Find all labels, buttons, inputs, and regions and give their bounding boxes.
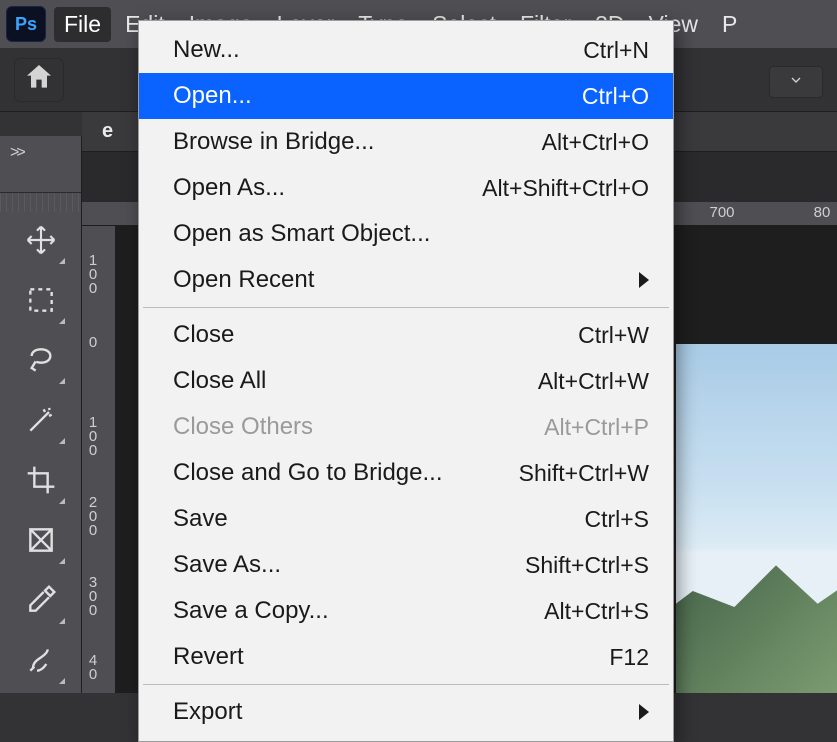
menu-item-save[interactable]: Save Ctrl+S bbox=[139, 496, 673, 542]
workspace-switcher[interactable] bbox=[769, 66, 823, 98]
ruler-tick: 1 0 0 bbox=[84, 416, 102, 458]
menu-item-label: Open as Smart Object... bbox=[173, 217, 430, 251]
submenu-corner-icon bbox=[59, 618, 65, 624]
menu-item-label: Close Others bbox=[173, 410, 313, 444]
chevron-down-icon bbox=[788, 72, 804, 93]
file-menu: New... Ctrl+N Open... Ctrl+O Browse in Bridg… bbox=[138, 20, 674, 742]
menu-item-shortcut: F12 bbox=[609, 640, 649, 674]
brush-heal-tool[interactable] bbox=[9, 632, 73, 692]
frame-tool[interactable] bbox=[9, 512, 73, 572]
menu-item-shortcut: Ctrl+O bbox=[582, 79, 649, 113]
menubar-item-label: File bbox=[64, 11, 101, 37]
menu-item-label: Close All bbox=[173, 364, 266, 398]
marquee-tool-icon bbox=[25, 284, 57, 321]
document-image bbox=[676, 344, 837, 693]
ruler-tick: 3 0 0 bbox=[84, 576, 102, 618]
app-logo: Ps bbox=[6, 6, 46, 42]
lasso-tool-icon bbox=[25, 344, 57, 381]
submenu-arrow-icon bbox=[639, 272, 649, 288]
lasso-tool[interactable] bbox=[9, 332, 73, 392]
ruler-tick: 700 bbox=[709, 204, 734, 221]
menu-item-export[interactable]: Export bbox=[139, 689, 673, 735]
app-logo-text: Ps bbox=[15, 14, 37, 35]
menu-item-shortcut: Ctrl+S bbox=[584, 502, 649, 536]
menu-item-label: Close bbox=[173, 318, 234, 352]
frame-tool-icon bbox=[25, 524, 57, 561]
submenu-corner-icon bbox=[59, 678, 65, 684]
tools-panel: >> bbox=[0, 136, 82, 693]
ruler-tick: 0 bbox=[84, 336, 102, 350]
menu-item-shortcut: Alt+Shift+Ctrl+O bbox=[482, 171, 649, 205]
brush-heal-tool-icon bbox=[25, 644, 57, 681]
menu-item-shortcut: Ctrl+N bbox=[583, 33, 649, 67]
vertical-ruler: 1 0 0 0 1 0 0 2 0 0 3 0 0 4 0 bbox=[82, 226, 116, 693]
menu-item-shortcut: Alt+Ctrl+W bbox=[538, 364, 649, 398]
menu-item-label: Open As... bbox=[173, 171, 285, 205]
menu-separator bbox=[143, 684, 669, 685]
menu-item-open[interactable]: Open... Ctrl+O bbox=[139, 73, 673, 119]
menu-separator bbox=[143, 307, 669, 308]
double-chevron-icon: >> bbox=[10, 144, 23, 161]
ruler-tick: 1 0 0 bbox=[84, 254, 102, 296]
menu-item-save-a-copy[interactable]: Save a Copy... Alt+Ctrl+S bbox=[139, 588, 673, 634]
menu-item-new[interactable]: New... Ctrl+N bbox=[139, 27, 673, 73]
menubar-item-p[interactable]: P bbox=[712, 7, 747, 42]
image-content bbox=[676, 543, 837, 693]
menu-item-revert[interactable]: Revert F12 bbox=[139, 634, 673, 680]
menu-item-shortcut: Alt+Ctrl+O bbox=[542, 125, 649, 159]
menu-item-label: Save bbox=[173, 502, 228, 536]
document-tab[interactable]: e bbox=[102, 120, 113, 143]
menu-item-label: Revert bbox=[173, 640, 244, 674]
menu-item-browse-in-bridge[interactable]: Browse in Bridge... Alt+Ctrl+O bbox=[139, 119, 673, 165]
menu-item-shortcut: Alt+Ctrl+S bbox=[544, 594, 649, 628]
submenu-corner-icon bbox=[59, 498, 65, 504]
menu-item-close-others: Close Others Alt+Ctrl+P bbox=[139, 404, 673, 450]
submenu-corner-icon bbox=[59, 318, 65, 324]
menu-item-label: New... bbox=[173, 33, 240, 67]
move-tool[interactable] bbox=[9, 212, 73, 272]
toolbar-expand-button[interactable]: >> bbox=[0, 142, 81, 168]
toolbar-divider bbox=[0, 192, 81, 212]
eyedropper-tool[interactable] bbox=[9, 572, 73, 632]
menu-item-close-and-go-to-bridge[interactable]: Close and Go to Bridge... Shift+Ctrl+W bbox=[139, 450, 673, 496]
menu-item-shortcut: Shift+Ctrl+W bbox=[519, 456, 649, 490]
menu-item-open-as-smart-object[interactable]: Open as Smart Object... bbox=[139, 211, 673, 257]
menu-item-label: Close and Go to Bridge... bbox=[173, 456, 442, 490]
menubar-item-label: P bbox=[722, 11, 737, 37]
submenu-corner-icon bbox=[59, 378, 65, 384]
menu-item-label: Open Recent bbox=[173, 263, 314, 297]
submenu-corner-icon bbox=[59, 258, 65, 264]
menu-item-save-as[interactable]: Save As... Shift+Ctrl+S bbox=[139, 542, 673, 588]
move-tool-icon bbox=[25, 224, 57, 261]
crop-tool[interactable] bbox=[9, 452, 73, 512]
magic-wand-tool[interactable] bbox=[9, 392, 73, 452]
menu-item-open-as[interactable]: Open As... Alt+Shift+Ctrl+O bbox=[139, 165, 673, 211]
menu-item-shortcut: Shift+Ctrl+S bbox=[525, 548, 649, 582]
ruler-tick: 80 bbox=[814, 204, 831, 221]
menu-item-label: Save a Copy... bbox=[173, 594, 329, 628]
menu-item-label: Open... bbox=[173, 79, 252, 113]
menu-item-shortcut: Ctrl+W bbox=[578, 318, 649, 352]
home-button[interactable] bbox=[14, 58, 64, 102]
eyedropper-tool-icon bbox=[25, 584, 57, 621]
menu-item-close-all[interactable]: Close All Alt+Ctrl+W bbox=[139, 358, 673, 404]
menu-item-label: Export bbox=[173, 695, 242, 729]
menu-item-open-recent[interactable]: Open Recent bbox=[139, 257, 673, 303]
menu-item-label: Browse in Bridge... bbox=[173, 125, 374, 159]
submenu-arrow-icon bbox=[639, 704, 649, 720]
menu-item-shortcut: Alt+Ctrl+P bbox=[544, 410, 649, 444]
crop-tool-icon bbox=[25, 464, 57, 501]
marquee-tool[interactable] bbox=[9, 272, 73, 332]
submenu-corner-icon bbox=[59, 438, 65, 444]
menu-item-label: Save As... bbox=[173, 548, 281, 582]
home-icon bbox=[23, 61, 55, 98]
ruler-tick: 2 0 0 bbox=[84, 496, 102, 538]
ruler-tick: 4 0 bbox=[84, 654, 102, 682]
menu-item-close[interactable]: Close Ctrl+W bbox=[139, 312, 673, 358]
submenu-corner-icon bbox=[59, 558, 65, 564]
menubar-item-file[interactable]: File bbox=[54, 7, 111, 42]
magic-wand-tool-icon bbox=[25, 404, 57, 441]
